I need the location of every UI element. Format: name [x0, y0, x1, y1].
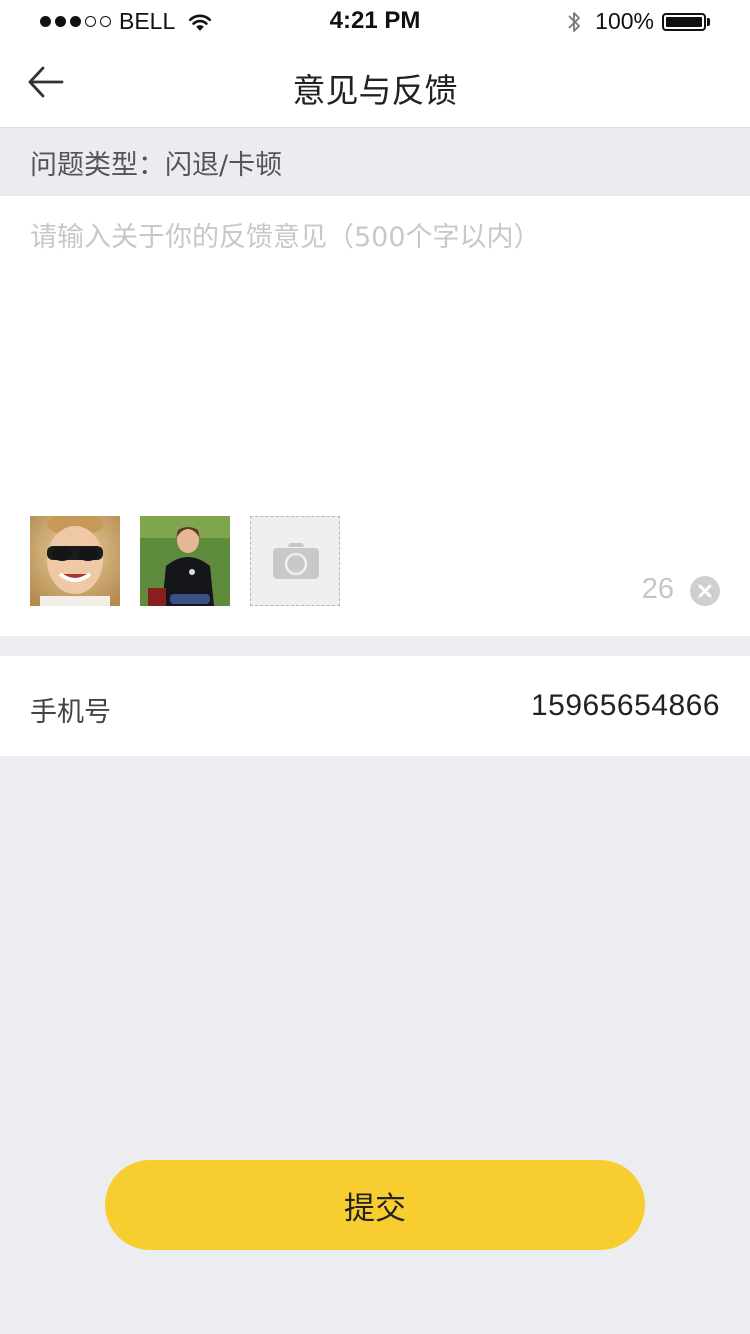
issue-type-text: 问题类型：闪退/卡顿	[30, 149, 283, 181]
avatar-photo-woman-grass	[140, 516, 230, 606]
status-bar: BELL 4:21 PM 100%	[0, 0, 750, 40]
camera-icon	[273, 543, 319, 579]
phone-row[interactable]: 手机号 15965654866	[0, 656, 750, 756]
status-right: 100%	[567, 8, 710, 35]
clear-circle-icon	[698, 584, 712, 598]
feedback-panel: 26	[0, 196, 750, 636]
issue-type-band[interactable]: 问题类型：闪退/卡顿	[0, 128, 750, 196]
battery-cap	[707, 17, 710, 26]
attached-photo[interactable]	[140, 516, 230, 606]
attached-photo[interactable]	[30, 516, 120, 606]
battery-fill	[666, 16, 702, 27]
phone-value[interactable]: 15965654866	[531, 689, 720, 723]
nav-bar: 意见与反馈	[0, 40, 750, 128]
submit-button[interactable]: 提交	[105, 1160, 645, 1250]
add-photo-button[interactable]	[250, 516, 340, 606]
battery-percent: 100%	[595, 8, 654, 34]
char-count: 26	[641, 573, 674, 605]
phone-label: 手机号	[30, 697, 111, 728]
page-title: 意见与反馈	[292, 71, 458, 110]
clear-button[interactable]	[690, 576, 720, 606]
feedback-input[interactable]	[30, 216, 720, 486]
battery-icon	[662, 12, 706, 31]
bluetooth-icon	[568, 11, 581, 32]
avatar-photo-man-sunglasses	[30, 516, 120, 606]
